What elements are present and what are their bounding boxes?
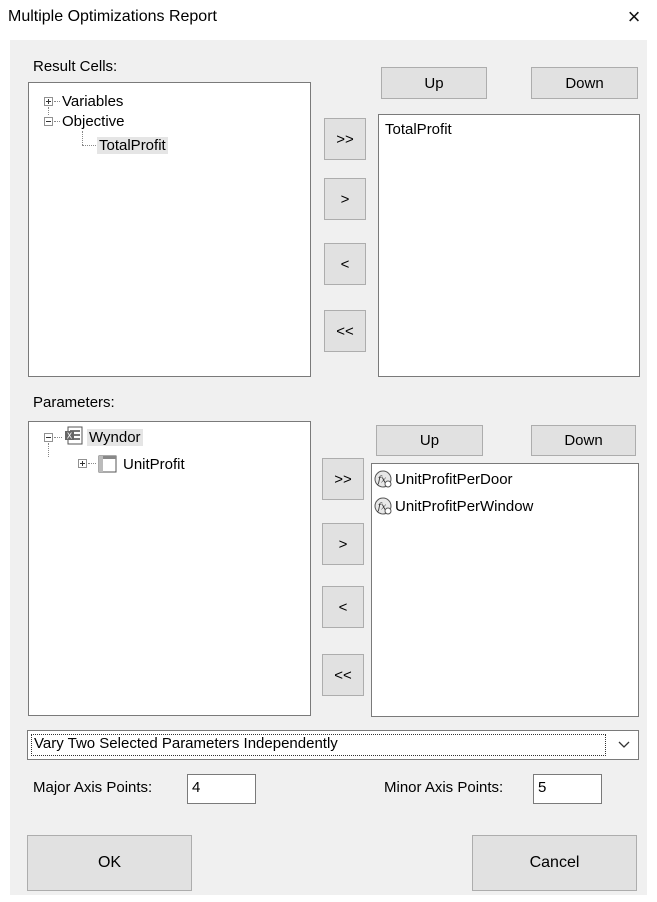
expand-unitprofit-icon[interactable] [78, 459, 87, 468]
param-up-button[interactable]: Up [376, 425, 483, 456]
list-item-label: UnitProfitPerDoor [395, 470, 513, 488]
close-icon: × [627, 4, 641, 29]
param-remove-button[interactable]: < [322, 586, 364, 628]
param-add-button[interactable]: > [322, 523, 364, 565]
mode-dropdown[interactable]: Vary Two Selected Parameters Independent… [27, 730, 639, 760]
parameters-tree[interactable]: X Wyndor UnitProfit [28, 421, 311, 716]
workbook-icon: X [64, 426, 84, 450]
mode-dropdown-value: Vary Two Selected Parameters Independent… [31, 734, 606, 756]
tree-node-wyndor[interactable]: Wyndor [87, 427, 143, 447]
param-add-all-button[interactable]: >> [322, 458, 364, 500]
list-item-label: UnitProfitPerWindow [395, 497, 534, 515]
ok-button[interactable]: OK [27, 835, 192, 891]
tree-node-variables[interactable]: Variables [62, 91, 123, 111]
fx-icon: fx [374, 470, 392, 488]
minor-axis-label: Minor Axis Points: [384, 779, 504, 796]
param-remove-all-button[interactable]: << [322, 654, 364, 696]
chevron-down-icon[interactable] [610, 731, 638, 759]
list-item[interactable]: fx UnitProfitPerDoor [374, 470, 513, 488]
tree-node-unitprofit[interactable]: UnitProfit [123, 454, 185, 474]
table-icon [98, 454, 118, 478]
result-up-button[interactable]: Up [381, 67, 487, 99]
parameters-label: Parameters: [33, 394, 115, 411]
close-button[interactable]: × [611, 0, 657, 36]
collapse-objective-icon[interactable] [44, 117, 53, 126]
result-down-button[interactable]: Down [531, 67, 638, 99]
list-item[interactable]: TotalProfit [385, 121, 452, 138]
title-bar: Multiple Optimizations Report × [0, 0, 657, 38]
tree-node-total-profit[interactable]: TotalProfit [97, 135, 168, 155]
tree-node-label: Variables [62, 92, 124, 110]
cancel-button[interactable]: Cancel [472, 835, 637, 891]
major-axis-label: Major Axis Points: [33, 779, 153, 796]
result-add-all-button[interactable]: >> [324, 118, 366, 160]
result-cells-label: Result Cells: [33, 58, 118, 75]
tree-node-label: Wyndor [87, 428, 143, 446]
svg-text:X: X [67, 432, 73, 441]
major-axis-input[interactable]: 4 [187, 774, 256, 804]
result-remove-button[interactable]: < [324, 243, 366, 285]
result-add-button[interactable]: > [324, 178, 366, 220]
tree-node-label: UnitProfit [123, 455, 185, 473]
window-title: Multiple Optimizations Report [8, 8, 217, 25]
collapse-wyndor-icon[interactable] [44, 433, 53, 442]
tree-node-objective[interactable]: Objective [62, 111, 125, 131]
tree-node-label: Objective [62, 112, 125, 130]
fx-icon: fx [374, 497, 392, 515]
result-selected-list[interactable]: TotalProfit [378, 114, 640, 377]
tree-node-label: TotalProfit [97, 136, 168, 154]
result-remove-all-button[interactable]: << [324, 310, 366, 352]
expand-variables-icon[interactable] [44, 97, 53, 106]
list-item[interactable]: fx UnitProfitPerWindow [374, 497, 533, 515]
result-cells-tree[interactable]: Variables Objective TotalProfit [28, 82, 311, 377]
minor-axis-input[interactable]: 5 [533, 774, 602, 804]
param-selected-list[interactable]: fx UnitProfitPerDoor fx UnitProfitPerWin… [371, 463, 639, 717]
param-down-button[interactable]: Down [531, 425, 636, 456]
